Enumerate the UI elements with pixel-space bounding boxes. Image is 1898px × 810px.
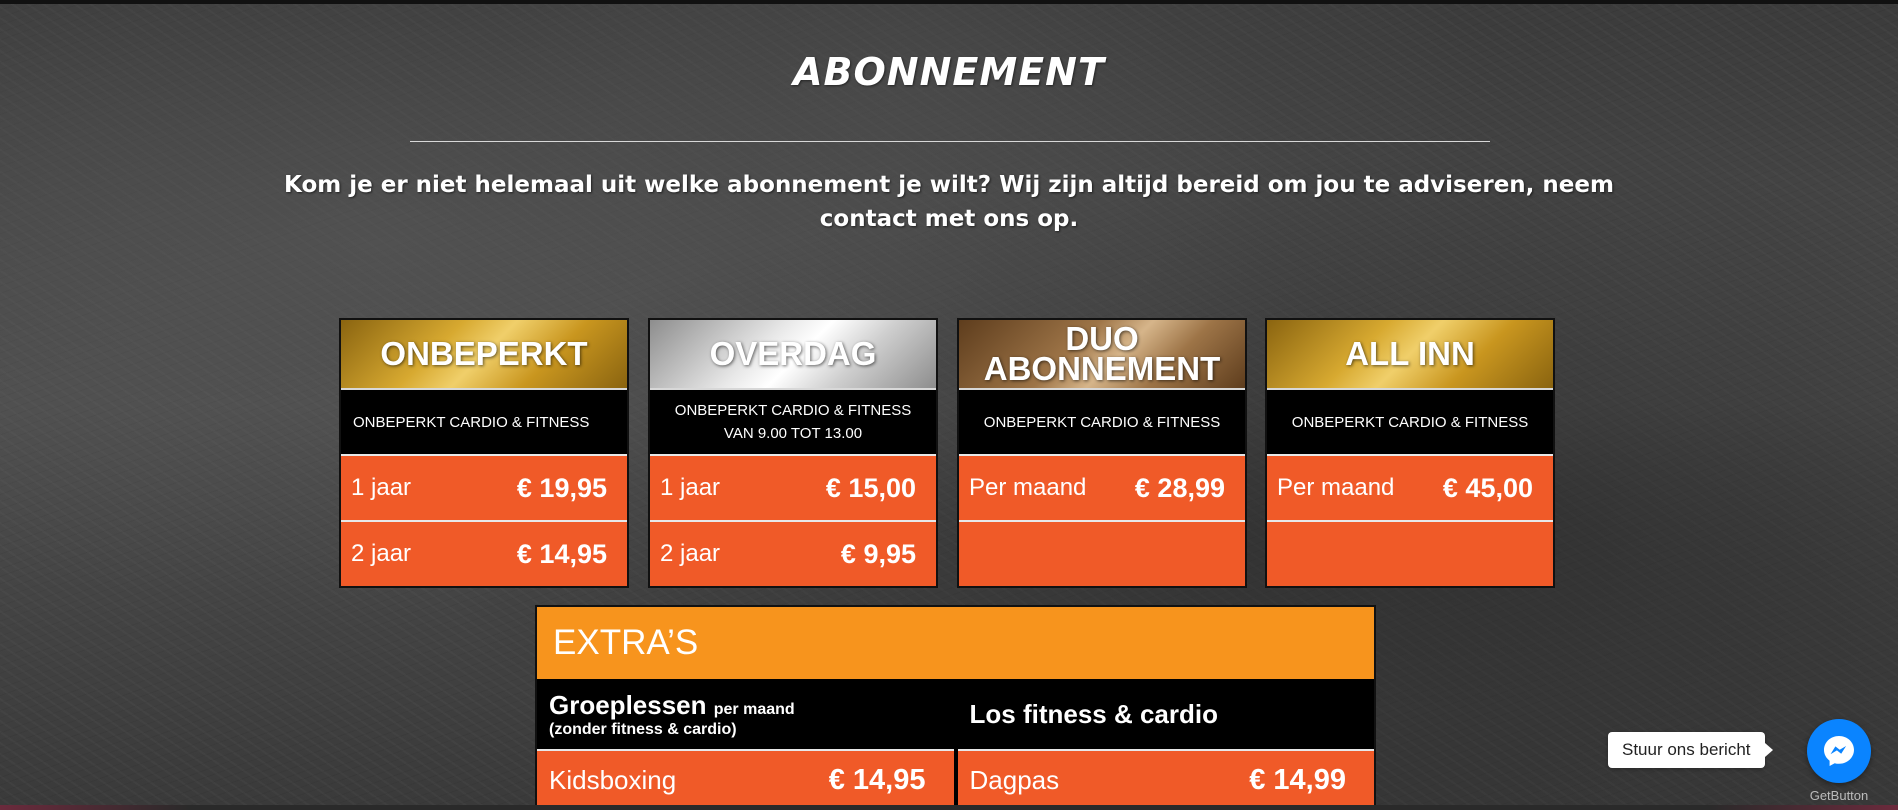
price-row-value: € 15,00 [825, 472, 916, 503]
extras-column-header: Los fitness & cardio [958, 679, 1375, 749]
price-row-label: Per maand [1277, 474, 1395, 501]
price-row-label: 1 jaar [660, 474, 721, 501]
plan-card-overdag: OVERDAG ONBEPERKT CARDIO & FITNESS VAN 9… [648, 318, 938, 588]
plan-subtitle: ONBEPERKT CARDIO & FITNESS [959, 388, 1245, 454]
extras-row-label: Dagpas [969, 765, 1060, 795]
plan-card-header: ONBEPERKT [341, 320, 627, 388]
top-bar [0, 0, 1898, 4]
price-row-value: € 9,95 [840, 538, 916, 569]
extras-column-groeplessen: Groeplessen per maand (zonder fitness & … [537, 679, 954, 808]
extras-row-price: € 14,99 [1249, 764, 1346, 796]
plan-subtitle: ONBEPERKT CARDIO & FITNESS [341, 388, 627, 454]
price-row-label: 2 jaar [351, 540, 412, 567]
messenger-chat-button[interactable] [1807, 719, 1871, 783]
price-row-value: € 45,00 [1442, 472, 1533, 503]
extras-column-title-suffix: per maand [713, 700, 795, 718]
price-row: Per maand € 28,99 [959, 454, 1245, 520]
price-row: 2 jaar € 14,95 [341, 520, 627, 586]
intro-text: Kom je er niet helemaal uit welke abonne… [284, 172, 1614, 232]
plan-name: ALL INN [1345, 335, 1475, 372]
plan-card-header: ALL INN [1267, 320, 1553, 388]
plan-name: ONBEPERKT [380, 335, 588, 372]
price-row-label: 2 jaar [660, 540, 721, 567]
extras-row-label: Kidsboxing [549, 765, 677, 795]
plan-subtitle: ONBEPERKT CARDIO & FITNESS VAN 9.00 TOT … [650, 388, 936, 454]
price-row: 1 jaar € 15,00 [650, 454, 936, 520]
extras-price-row: Kidsboxing € 14,95 [537, 749, 954, 808]
plan-subtitle: ONBEPERKT CARDIO & FITNESS [1267, 388, 1553, 454]
price-row: Per maand € 45,00 [1267, 454, 1553, 520]
extras-column-note: (zonder fitness & cardio) [549, 720, 737, 738]
price-row-value: € 19,95 [516, 472, 607, 503]
extras-column-title: Los fitness & cardio [969, 698, 1219, 729]
plan-card-duo: DUO ABONNEMENT ONBEPERKT CARDIO & FITNES… [957, 318, 1247, 588]
chat-tooltip[interactable]: Stuur ons bericht [1608, 732, 1773, 768]
plan-subtitle-line: VAN 9.00 TOT 13.00 [723, 425, 863, 442]
bottom-bar [0, 805, 1898, 810]
plan-subtitle-line: ONBEPERKT CARDIO & FITNESS [674, 402, 912, 419]
page-title: ABONNEMENT [793, 50, 1105, 94]
price-row-label: Per maand [969, 474, 1087, 501]
plan-card-header: OVERDAG [650, 320, 936, 388]
plan-card-header: DUO ABONNEMENT [959, 320, 1245, 388]
price-row-value: € 28,99 [1134, 472, 1225, 503]
plan-name: OVERDAG [709, 335, 877, 372]
getbutton-link[interactable]: GetButton [1806, 788, 1872, 803]
extras-column-title: Groeplessen [549, 689, 707, 720]
extras-panel: EXTRA’S Groeplessen per maand (zonder fi… [535, 605, 1376, 810]
extras-column-los-fitness: Los fitness & cardio Dagpas € 14,99 [953, 679, 1375, 808]
price-row: 1 jaar € 19,95 [341, 454, 627, 520]
price-row-empty [959, 520, 1245, 586]
price-row: 2 jaar € 9,95 [650, 520, 936, 586]
price-row-empty [1267, 520, 1553, 586]
title-divider [410, 141, 1490, 142]
extras-column-header: Groeplessen per maand (zonder fitness & … [537, 679, 954, 749]
price-row-label: 1 jaar [351, 474, 412, 501]
extras-row-price: € 14,95 [828, 764, 926, 796]
plan-name: ABONNEMENT [983, 350, 1221, 387]
price-row-value: € 14,95 [516, 538, 607, 569]
extras-title: EXTRA’S [537, 607, 1374, 679]
plan-card-onbeperkt: ONBEPERKT ONBEPERKT CARDIO & FITNESS 1 j… [339, 318, 629, 588]
plan-card-all-inn: ALL INN ONBEPERKT CARDIO & FITNESS Per m… [1265, 318, 1555, 588]
extras-price-row: Dagpas € 14,99 [957, 749, 1374, 808]
messenger-icon [1824, 736, 1854, 766]
